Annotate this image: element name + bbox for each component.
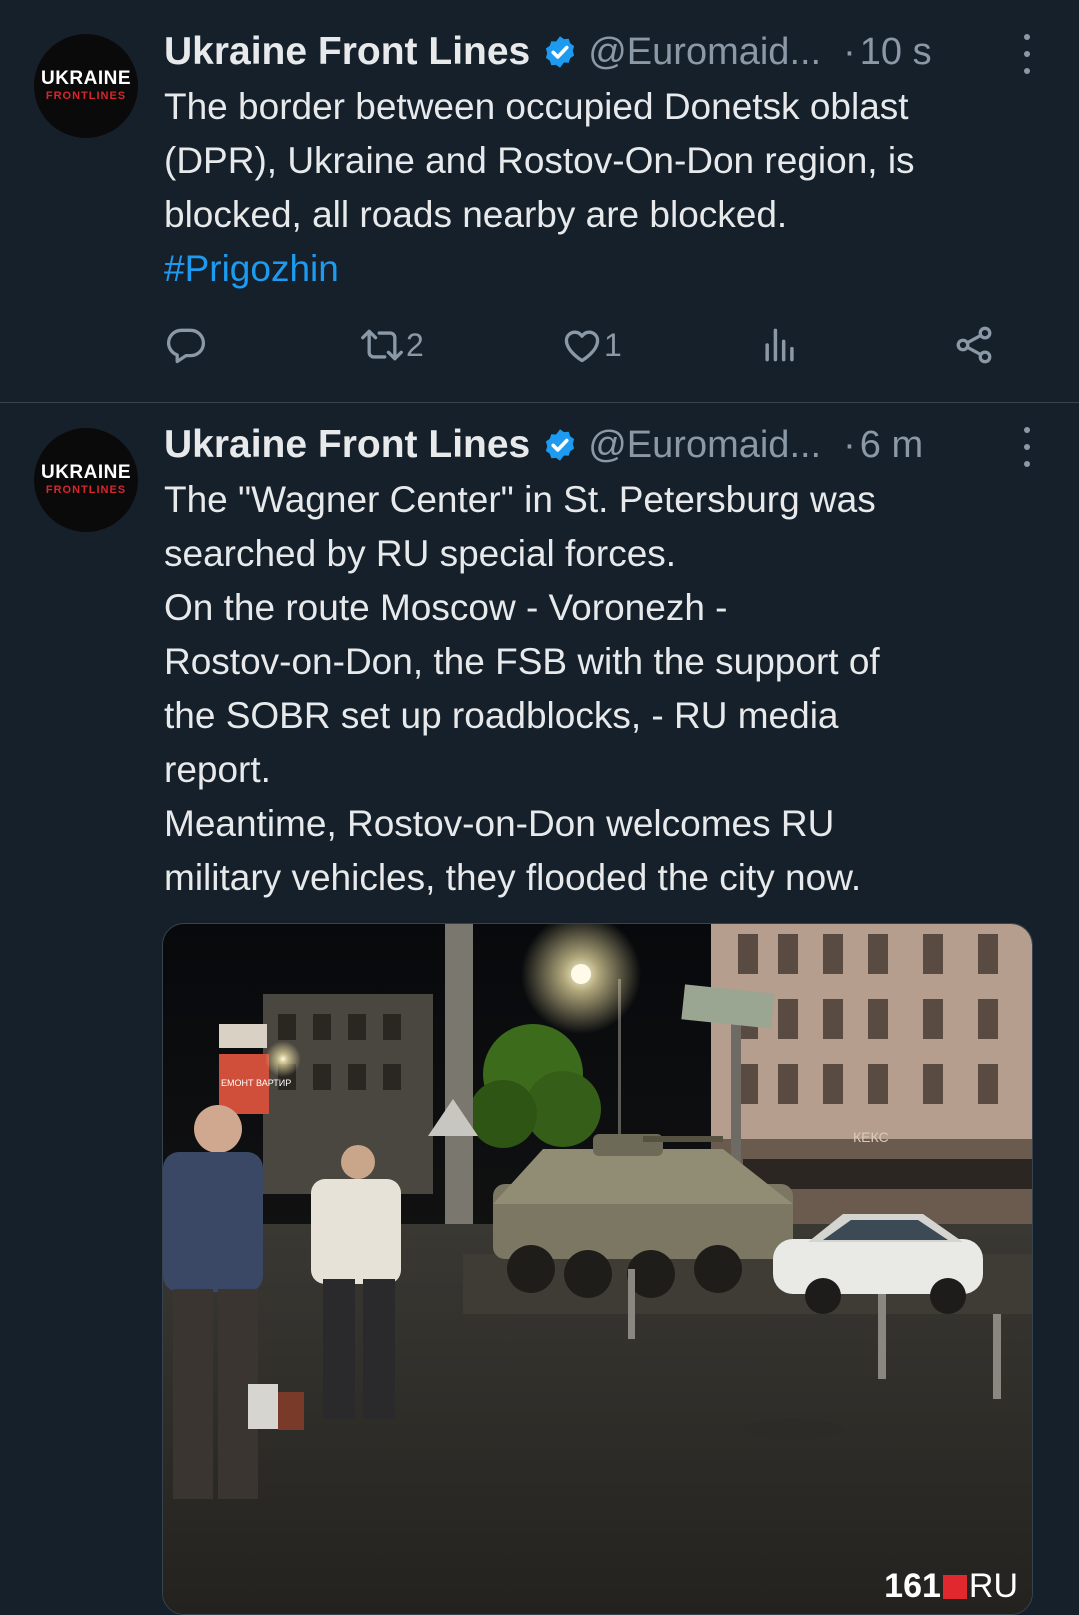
text-line: The border between occupied Donetsk obla… [164, 86, 909, 127]
text-line: Rostov-on-Don, the FSB with the support … [164, 641, 880, 682]
tweet-text: The "Wagner Center" in St. Petersburg wa… [164, 473, 1044, 905]
tweet-text: The border between occupied Donetsk obla… [164, 80, 1044, 296]
street-scene-illustration: КЕКС ЕМОНТ ВАРТИР [163, 924, 1032, 1614]
text-line: report. [164, 749, 271, 790]
avatar-line-1: UKRAINE [40, 68, 132, 89]
separator-dot: · [843, 30, 856, 73]
older-man [163, 1105, 263, 1499]
tweet[interactable]: UKRAINE FRONTLINES Ukraine Front Lines @… [0, 403, 1079, 1615]
tweet-header: Ukraine Front Lines @Euromaid... · 6 m [164, 419, 1019, 471]
share-icon [956, 326, 992, 364]
avatar-line-1: UKRAINE [40, 462, 132, 483]
display-name[interactable]: Ukraine Front Lines [164, 423, 530, 467]
text-line: The "Wagner Center" in St. Petersburg wa… [164, 479, 876, 520]
tweet-header: Ukraine Front Lines @Euromaid... · 10 s [164, 26, 1019, 78]
text-line: searched by RU special forces. [164, 533, 677, 574]
text-line: On the route Moscow - Voronezh - [164, 587, 728, 628]
avatar-line-2: FRONTLINES [45, 484, 127, 496]
like-icon [564, 330, 600, 363]
text-line: blocked, all roads nearby are blocked. [164, 194, 788, 235]
timestamp[interactable]: 6 m [860, 424, 923, 467]
hashtag-link[interactable]: #Prigozhin [164, 242, 1044, 296]
more-icon[interactable] [1015, 427, 1039, 467]
shop-sign: ЕМОНТ ВАРТИР [221, 1078, 291, 1088]
views-button[interactable] [758, 320, 802, 370]
action-bar: 2 1 [164, 320, 1024, 370]
verified-badge-icon [542, 427, 578, 463]
text-line: military vehicles, they flooded the city… [164, 857, 862, 898]
reply-icon [166, 328, 206, 364]
reply-button[interactable] [164, 320, 208, 370]
avatar[interactable]: UKRAINE FRONTLINES [34, 34, 138, 138]
like-count: 1 [604, 326, 622, 363]
text-line: the SOBR set up roadblocks, - RU media [164, 695, 839, 736]
share-button[interactable] [952, 320, 996, 370]
display-name[interactable]: Ukraine Front Lines [164, 30, 530, 74]
retweet-icon [361, 329, 403, 361]
more-icon[interactable] [1015, 34, 1039, 74]
separator-dot: · [843, 423, 856, 466]
views-icon [765, 328, 794, 362]
user-handle[interactable]: @Euromaid... [588, 424, 821, 467]
tweet[interactable]: UKRAINE FRONTLINES Ukraine Front Lines @… [0, 0, 1079, 403]
text-line: Meantime, Rostov-on-Don welcomes RU [164, 803, 835, 844]
watermark-logo-icon [942, 1574, 967, 1599]
avatar-line-2: FRONTLINES [45, 90, 127, 102]
text-line: (DPR), Ukraine and Rostov-On-Don region,… [164, 140, 915, 181]
user-handle[interactable]: @Euromaid... [588, 31, 821, 74]
storefront-sign: КЕКС [853, 1129, 889, 1145]
avatar[interactable]: UKRAINE FRONTLINES [34, 428, 138, 532]
retweet-count: 2 [406, 326, 424, 363]
tweet-photo[interactable]: КЕКС ЕМОНТ ВАРТИР 161 RU [162, 923, 1033, 1615]
timestamp[interactable]: 10 s [860, 31, 932, 74]
watermark-number: 161 [884, 1567, 941, 1605]
watermark-suffix: RU [968, 1567, 1018, 1605]
retweet-button[interactable]: 2 [358, 320, 424, 370]
like-button[interactable]: 1 [560, 320, 622, 370]
media-watermark: 161 RU [884, 1567, 1018, 1606]
verified-badge-icon [542, 34, 578, 70]
